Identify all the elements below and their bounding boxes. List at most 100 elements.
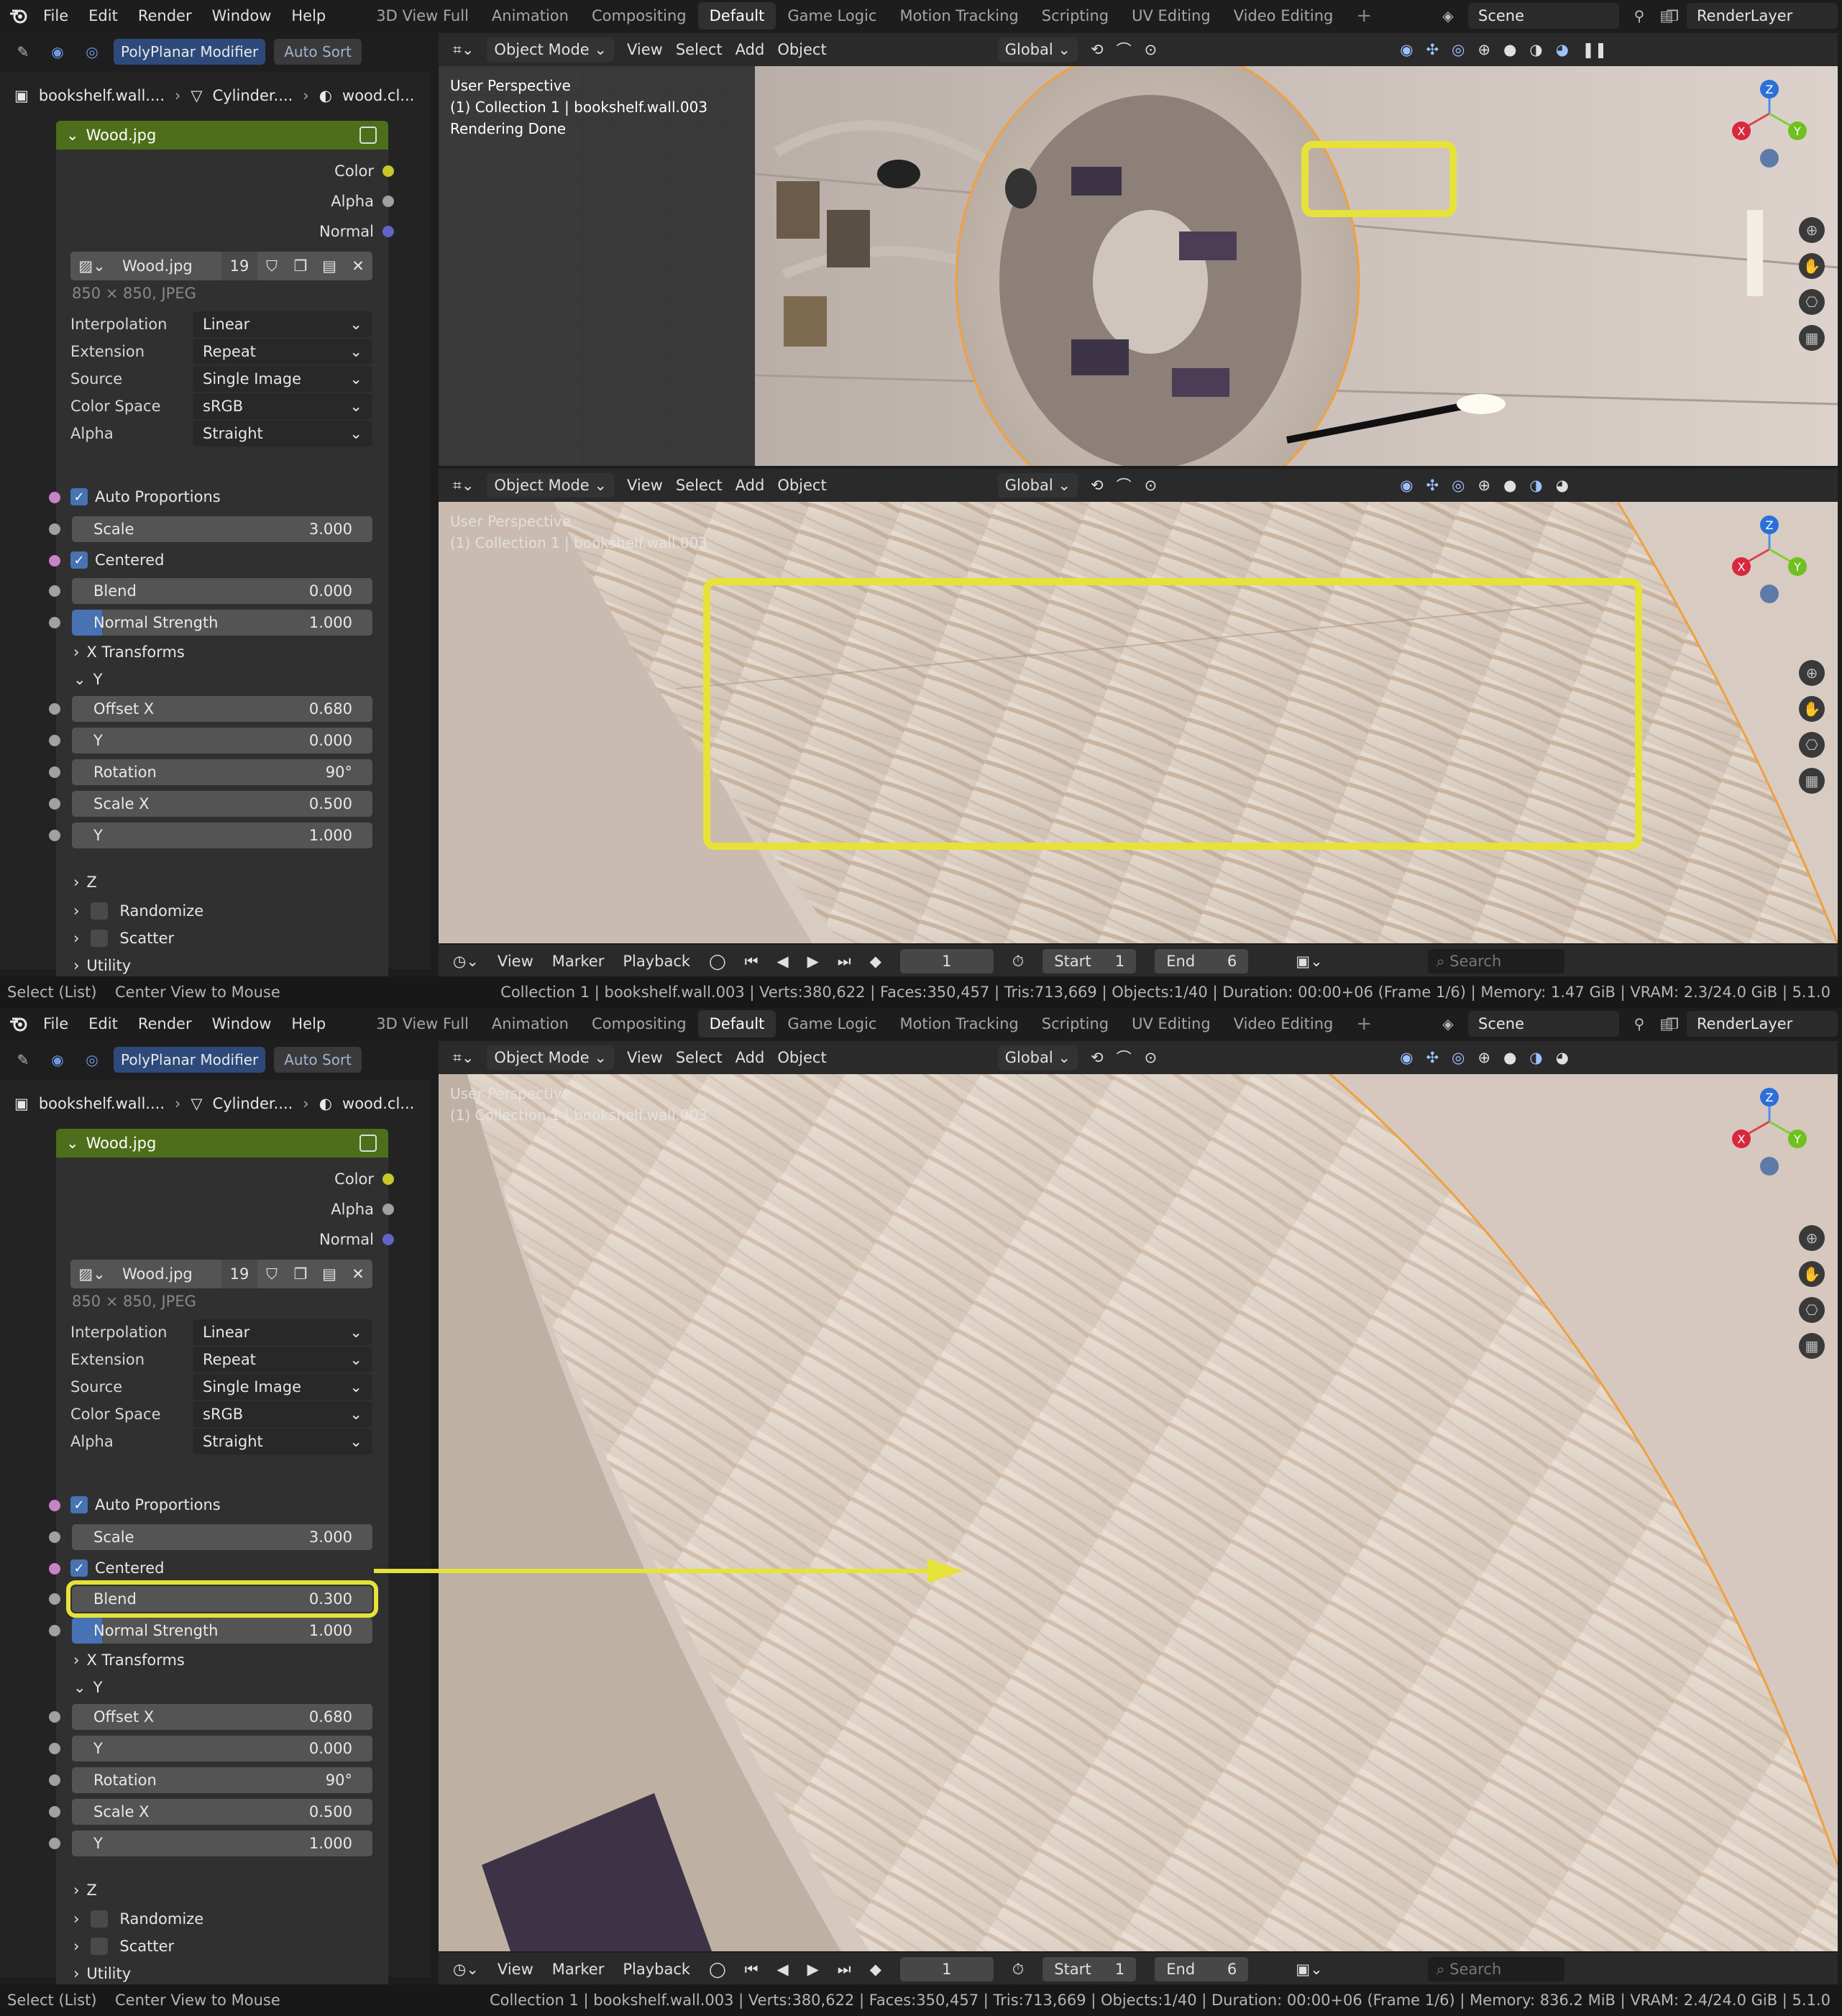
auto-proportions-checkbox[interactable]: ✓ Auto Proportions [70,1491,221,1518]
collapse-icon[interactable]: ⌄ [66,1135,79,1152]
tab-video-editing[interactable]: Video Editing [1222,1010,1345,1037]
tab-game-logic[interactable]: Game Logic [776,1010,888,1037]
timeline-editor-icon[interactable]: ◷⌄ [453,953,479,970]
randomize-checkbox[interactable] [91,902,109,920]
rotation-slider[interactable]: Rotation 90° [72,759,372,785]
socket-centered[interactable] [49,555,60,567]
menu-file[interactable]: File [33,1008,78,1040]
auto-sort-button[interactable]: Auto Sort [274,1047,362,1073]
timeline-view-menu[interactable]: View [498,1961,533,1978]
shading-icon[interactable]: ◎ [79,39,105,65]
breadcrumb-material[interactable]: wood.cl... [342,87,414,104]
add-menu[interactable]: Add [736,41,765,58]
tab-default[interactable]: Default [697,2,776,29]
image-texture-node[interactable]: ⌄ Wood.jpg Color Alpha Normal ▨⌄ Wood.jpg… [49,1129,394,1992]
fake-user-icon[interactable]: ⛉ [257,1260,286,1288]
timeline-editor-icon[interactable]: ◷⌄ [453,1961,479,1978]
editor-type-icon[interactable]: ⌗⌄ [453,477,474,495]
start-frame-field[interactable]: Start 1 [1043,1957,1137,1981]
play-icon[interactable]: ▶ [807,1961,819,1978]
duplicate-icon[interactable]: ❐ [286,1260,315,1288]
tab-uv-editing[interactable]: UV Editing [1120,2,1222,29]
proportional-icon[interactable]: ⊙ [1145,477,1158,494]
timeline-view-menu[interactable]: View [498,953,533,970]
pivot-icon[interactable]: ⟲ [1091,1049,1104,1066]
scatter-panel[interactable]: › Scatter [73,925,174,952]
tab-motion-tracking[interactable]: Motion Tracking [888,2,1030,29]
socket-scale-y[interactable] [49,1838,60,1849]
socket-auto-proportions[interactable] [49,492,60,503]
mode-dropdown[interactable]: Object Mode ⌄ [487,37,614,62]
scale-y-slider[interactable]: Y 1.000 [72,823,372,848]
centered-checkbox[interactable]: ✓ Centered [70,1554,164,1582]
tab-3d-view-full[interactable]: 3D View Full [365,1010,480,1037]
jump-start-icon[interactable]: ⏮ [745,953,759,971]
pin-icon[interactable]: ⚲ [1626,1011,1652,1037]
solid-shading-icon[interactable]: ● [1503,41,1516,58]
zoom-icon[interactable]: ⊕ [1799,217,1825,243]
timeline-playback-menu[interactable]: Playback [623,953,690,970]
node-header[interactable]: ⌄ Wood.jpg [56,121,388,150]
x-transforms-panel[interactable]: › X Transforms [73,1646,185,1674]
menu-window[interactable]: Window [202,0,282,32]
rendered-shading-icon[interactable]: ◕ [1556,477,1569,494]
menu-file[interactable]: File [33,0,78,32]
viewport-closeup-blended[interactable]: ⌗⌄ Object Mode ⌄ View Select Add Object … [439,1041,1838,1951]
centered-checkbox[interactable]: ✓ Centered [70,546,164,574]
scale-x-slider[interactable]: Scale X 0.500 [72,1799,372,1825]
gizmo-toggle-icon[interactable]: ✣ [1426,41,1439,58]
normal-strength-slider[interactable]: Normal Strength 1.000 [72,610,372,636]
end-frame-field[interactable]: End 6 [1155,949,1249,973]
pan-hand-icon[interactable]: ✋ [1799,696,1825,722]
view-menu[interactable]: View [627,41,663,58]
grid-perspective-icon[interactable]: ▦ [1799,1333,1825,1359]
image-preview-icon[interactable] [359,127,377,144]
timeline-playback-menu[interactable]: Playback [623,1961,690,1978]
open-image-icon[interactable]: ▤ [315,252,344,280]
utility-panel[interactable]: › Utility [73,1960,131,1987]
editor-type-icon[interactable]: ⌗⌄ [453,1049,474,1067]
material-shading-icon[interactable]: ◑ [1529,477,1542,494]
menu-help[interactable]: Help [281,0,336,32]
snap-icon[interactable]: ⌒ [1117,39,1132,60]
snap-icon[interactable]: ⌒ [1117,475,1132,496]
tab-motion-tracking[interactable]: Motion Tracking [888,1010,1030,1037]
select-menu[interactable]: Select [676,1049,723,1066]
image-browse-icon[interactable]: ▨⌄ [70,252,114,280]
socket-scale-x[interactable] [49,1806,60,1818]
wireframe-shading-icon[interactable]: ⊕ [1477,41,1490,58]
socket-rotation[interactable] [49,1774,60,1786]
offset-x-slider[interactable]: Offset X 0.680 [72,696,372,722]
mode-dropdown[interactable]: Object Mode ⌄ [487,1045,614,1070]
scale-slider[interactable]: Scale 3.000 [72,516,372,542]
socket-color-dot[interactable] [382,165,394,177]
node-tree-icon[interactable]: ◉ [45,39,70,65]
proportional-icon[interactable]: ⊙ [1145,41,1158,58]
blend-slider[interactable]: Blend 0.000 [72,578,372,604]
orientation-dropdown[interactable]: Global ⌄ [997,1045,1078,1070]
play-reverse-icon[interactable]: ◀ [776,1961,788,1978]
snap-icon[interactable]: ⌒ [1117,1047,1132,1068]
stopwatch-icon[interactable]: ⏱ [1012,1961,1024,1979]
socket-alpha-dot[interactable] [382,1204,394,1215]
gizmo-toggle-icon[interactable]: ✣ [1426,1049,1439,1066]
alpha-dropdown[interactable]: Straight ⌄ [193,421,372,446]
socket-normal-strength[interactable] [49,617,60,628]
navigation-gizmo[interactable]: Z X Y [1730,78,1809,221]
socket-rotation[interactable] [49,766,60,778]
orientation-dropdown[interactable]: Global ⌄ [997,37,1078,62]
object-menu[interactable]: Object [777,477,826,494]
normal-strength-slider[interactable]: Normal Strength 1.000 [72,1618,372,1644]
tab-uv-editing[interactable]: UV Editing [1120,1010,1222,1037]
socket-color-dot[interactable] [382,1173,394,1185]
fake-user-icon[interactable]: ⛉ [257,252,286,280]
pan-hand-icon[interactable]: ✋ [1799,253,1825,279]
add-menu[interactable]: Add [736,477,765,494]
render-layer-icon[interactable]: ▤ [1654,3,1680,29]
randomize-panel[interactable]: › Randomize [73,1905,203,1933]
editor-type-icon[interactable]: ▣⌄ [1296,1961,1322,1978]
extension-dropdown[interactable]: Repeat ⌄ [193,339,372,365]
image-name-field[interactable]: Wood.jpg [114,252,221,280]
socket-scale[interactable] [49,1531,60,1543]
jump-end-icon[interactable]: ⏭ [838,1961,851,1979]
